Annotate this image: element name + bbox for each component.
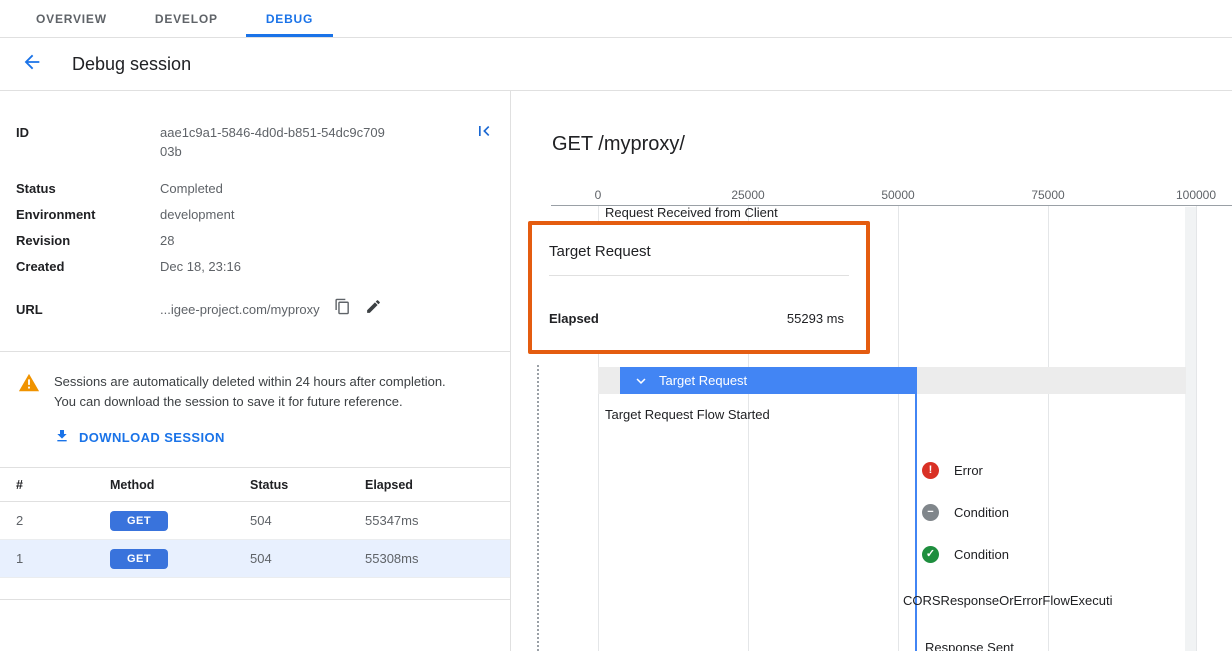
field-revision: Revision 28 [16,231,494,250]
chevron-down-icon [632,372,650,390]
field-environment-value: development [160,205,234,224]
cors-flow-label: CORSResponseOrErrorFlowExecuti [903,593,1113,608]
download-session-label: DOWNLOAD SESSION [79,430,225,445]
legend-condition-passed-label: Condition [954,547,1009,562]
row-number: 1 [16,551,110,566]
legend-condition-skipped: − Condition [922,504,1009,521]
tab-overview[interactable]: OVERVIEW [12,0,131,37]
field-url: URL ...igee-project.com/myproxy [16,298,494,320]
back-button[interactable] [18,50,46,78]
trace-dotted-spine [537,365,539,651]
trace-title: GET /myproxy/ [552,133,685,156]
legend-condition-passed: ✓ Condition [922,546,1009,563]
error-icon: ! [922,462,939,479]
gridline [1196,206,1197,651]
download-session-button[interactable]: DOWNLOAD SESSION [54,428,225,447]
edit-url-button[interactable] [365,298,382,320]
collapse-panel-button[interactable] [474,121,494,146]
copy-icon [334,298,351,320]
callout-elapsed-value: 55293 ms [787,311,844,326]
axis-tick-50000: 50000 [881,188,914,202]
target-request-callout: Target Request Elapsed 55293 ms [528,221,870,354]
retention-notice: Sessions are automatically deleted withi… [0,352,510,467]
flow-started-label: Target Request Flow Started [605,407,770,422]
legend-condition-skipped-label: Condition [954,505,1009,520]
row-status: 504 [250,513,365,528]
field-id-value: aae1c9a1-5846-4d0d-b851-54dc9c70903b [160,123,392,161]
field-created-label: Created [16,257,160,276]
field-environment: Environment development [16,205,494,224]
top-tab-bar: OVERVIEW DEVELOP DEBUG [0,0,1232,38]
tab-debug[interactable]: DEBUG [242,0,337,37]
tab-debug-label: DEBUG [266,12,313,26]
row-status: 504 [250,551,365,566]
col-method: Method [110,478,250,492]
request-received-label: Request Received from Client [605,205,778,220]
download-icon [54,428,70,447]
warning-icon [18,372,40,412]
axis-tick-75000: 75000 [1031,188,1064,202]
row-number: 2 [16,513,110,528]
session-info: ID aae1c9a1-5846-4d0d-b851-54dc9c70903b … [0,91,510,351]
axis-tick-0: 0 [595,188,602,202]
collapse-left-icon [474,128,494,145]
field-url-label: URL [16,300,160,319]
field-created: Created Dec 18, 23:16 [16,257,494,276]
retention-notice-text: Sessions are automatically deleted withi… [54,372,466,412]
trace-scrollbar[interactable] [1185,207,1196,651]
table-row[interactable]: 1 GET 504 55308ms [0,540,510,578]
callout-elapsed-label: Elapsed [549,311,599,326]
row-elapsed: 55347ms [365,513,494,528]
legend-error-label: Error [954,463,983,478]
response-sent-label: Response Sent [925,640,1014,651]
field-id: ID aae1c9a1-5846-4d0d-b851-54dc9c70903b [16,123,494,161]
field-id-label: ID [16,123,160,161]
page-header: Debug session [0,38,1232,91]
col-status: Status [250,478,365,492]
legend-error: ! Error [922,462,983,479]
table-row[interactable]: 2 GET 504 55347ms [0,502,510,540]
phase-bar-label: Target Request [659,373,747,388]
page-title: Debug session [72,54,191,75]
pencil-icon [365,298,382,320]
axis-tick-100000: 100000 [1176,188,1216,202]
col-number: # [16,478,110,492]
callout-title: Target Request [549,243,651,260]
row-elapsed: 55308ms [365,551,494,566]
divider [549,275,849,276]
session-panel: ID aae1c9a1-5846-4d0d-b851-54dc9c70903b … [0,91,511,651]
condition-skipped-icon: − [922,504,939,521]
field-revision-value: 28 [160,231,174,250]
condition-passed-icon: ✓ [922,546,939,563]
field-status: Status Completed [16,179,494,198]
field-status-label: Status [16,179,160,198]
col-elapsed: Elapsed [365,478,494,492]
table-footer [0,578,510,600]
field-created-value: Dec 18, 23:16 [160,257,241,276]
method-badge: GET [110,549,168,569]
axis-tick-25000: 25000 [731,188,764,202]
field-revision-label: Revision [16,231,160,250]
target-request-phase-bar[interactable]: Target Request [620,367,917,394]
phase-end-marker [915,381,917,651]
field-status-value: Completed [160,179,223,198]
copy-url-button[interactable] [334,298,351,320]
method-badge: GET [110,511,168,531]
transactions-table-header: # Method Status Elapsed [0,468,510,502]
gridline [1048,206,1049,651]
gridline [898,206,899,651]
field-environment-label: Environment [16,205,160,224]
tab-overview-label: OVERVIEW [36,12,107,26]
trace-panel: GET /myproxy/ 0 25000 50000 75000 100000… [511,91,1232,651]
field-url-value: ...igee-project.com/myproxy [160,300,320,319]
arrow-back-icon [21,51,43,78]
tab-develop[interactable]: DEVELOP [131,0,242,37]
tab-develop-label: DEVELOP [155,12,218,26]
